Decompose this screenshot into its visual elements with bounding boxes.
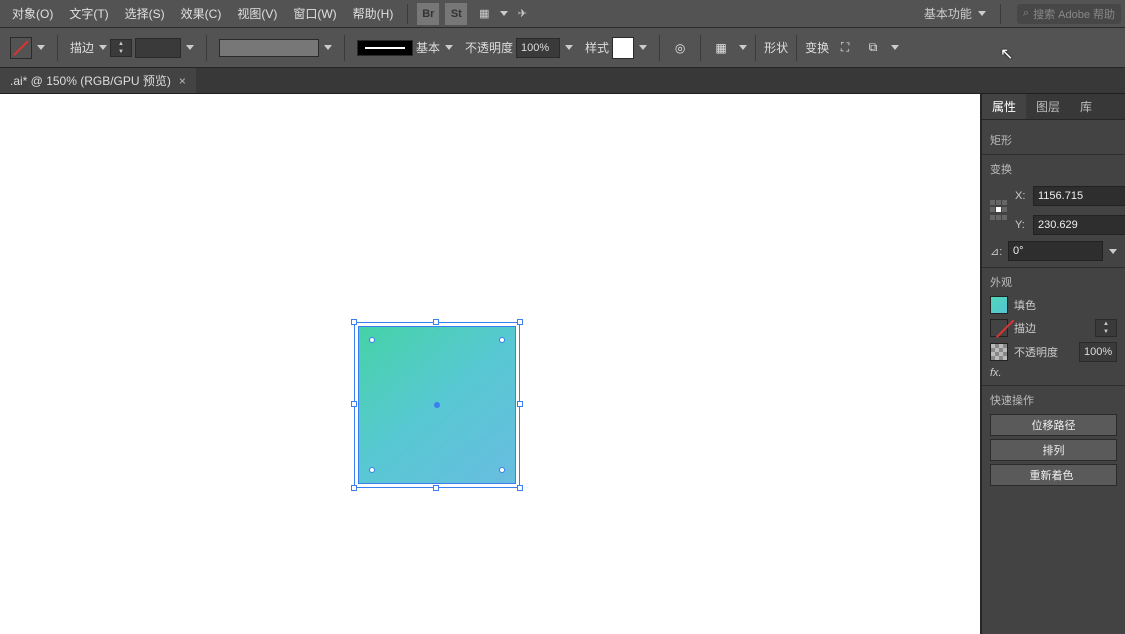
- align-icon[interactable]: ▦: [709, 36, 733, 60]
- chevron-down-icon: [978, 11, 986, 16]
- separator: [1000, 4, 1001, 24]
- corner-widget[interactable]: [369, 467, 375, 473]
- document-title: .ai* @ 150% (RGB/GPU 预览): [10, 72, 171, 89]
- fill-swatch[interactable]: [990, 296, 1008, 314]
- opacity-swatch[interactable]: [990, 343, 1008, 361]
- fx-label[interactable]: fx.: [990, 367, 1002, 379]
- separator: [755, 35, 756, 61]
- separator: [344, 35, 345, 61]
- y-label: Y:: [1015, 219, 1029, 231]
- arrange-button[interactable]: 排列: [990, 439, 1117, 461]
- object-type-label: 矩形: [990, 132, 1117, 148]
- fill-swatch[interactable]: [10, 37, 32, 59]
- offset-path-button[interactable]: 位移路径: [990, 414, 1117, 436]
- separator: [57, 35, 58, 61]
- document-tab[interactable]: .ai* @ 150% (RGB/GPU 预览) ×: [0, 68, 196, 93]
- isolate-icon[interactable]: ⧉: [861, 36, 885, 60]
- transform-header: 变换: [990, 161, 1117, 177]
- separator: [796, 35, 797, 61]
- appearance-header: 外观: [990, 274, 1117, 290]
- reference-point[interactable]: [990, 200, 1007, 222]
- corner-widget[interactable]: [499, 467, 505, 473]
- tab-layers[interactable]: 图层: [1026, 94, 1070, 119]
- chevron-down-icon[interactable]: [186, 45, 194, 50]
- search-box[interactable]: ⌕ 搜索 Adobe 帮助: [1017, 4, 1121, 24]
- workspace-switcher[interactable]: 基本功能: [916, 5, 994, 22]
- chevron-down-icon[interactable]: [500, 11, 508, 16]
- chevron-down-icon[interactable]: [739, 45, 747, 50]
- selected-rectangle[interactable]: [358, 326, 516, 484]
- stroke-weight-field[interactable]: [135, 38, 181, 58]
- separator: [407, 4, 408, 24]
- opacity-label: 不透明度: [465, 39, 513, 56]
- workspace-label: 基本功能: [924, 5, 972, 22]
- angle-field[interactable]: [1008, 241, 1103, 261]
- fill-label: 填色: [1014, 297, 1036, 313]
- recolor-button[interactable]: 重新着色: [990, 464, 1117, 486]
- menu-object[interactable]: 对象(O): [4, 0, 61, 27]
- search-placeholder: 搜索 Adobe 帮助: [1033, 6, 1115, 22]
- menu-effect[interactable]: 效果(C): [173, 0, 230, 27]
- stock-icon[interactable]: St: [445, 3, 467, 25]
- chevron-down-icon[interactable]: [565, 45, 573, 50]
- corner-widget[interactable]: [369, 337, 375, 343]
- x-field[interactable]: [1033, 186, 1125, 206]
- menu-help[interactable]: 帮助(H): [345, 0, 402, 27]
- chevron-down-icon[interactable]: [639, 45, 647, 50]
- stroke-swatch[interactable]: [990, 319, 1008, 337]
- style-label: 样式: [585, 39, 609, 56]
- tab-properties[interactable]: 属性: [982, 94, 1026, 119]
- separator: [659, 35, 660, 61]
- chevron-down-icon[interactable]: [891, 45, 899, 50]
- opacity-label: 不透明度: [1014, 344, 1058, 360]
- chevron-down-icon[interactable]: [324, 45, 332, 50]
- stroke-weight-stepper[interactable]: ▲▼: [110, 39, 132, 57]
- transform-label: 变换: [805, 39, 829, 56]
- gpu-icon[interactable]: ✈: [511, 3, 533, 25]
- search-icon: ⌕: [1023, 7, 1029, 20]
- arrange-docs-icon[interactable]: ▦: [473, 3, 495, 25]
- stroke-weight-stepper[interactable]: ▲▼: [1095, 319, 1117, 337]
- opacity-field[interactable]: [516, 38, 560, 58]
- stroke-label: 描边: [70, 39, 94, 56]
- graphic-style-swatch[interactable]: [612, 37, 634, 59]
- brush-profile-preview[interactable]: [219, 39, 319, 57]
- menu-window[interactable]: 窗口(W): [285, 0, 344, 27]
- y-field[interactable]: [1033, 215, 1125, 235]
- x-label: X:: [1015, 190, 1029, 202]
- menu-type[interactable]: 文字(T): [61, 0, 116, 27]
- stroke-label: 描边: [1014, 320, 1036, 336]
- center-point[interactable]: [434, 402, 440, 408]
- chevron-down-icon[interactable]: [445, 45, 453, 50]
- angle-label: ⊿:: [990, 245, 1004, 258]
- chevron-down-icon[interactable]: [37, 45, 45, 50]
- transform-icon[interactable]: ⛶: [833, 36, 857, 60]
- profile-label: 基本: [416, 39, 440, 56]
- chevron-down-icon[interactable]: [1109, 249, 1117, 254]
- quick-actions-header: 快速操作: [990, 392, 1117, 408]
- separator: [700, 35, 701, 61]
- tab-library[interactable]: 库: [1070, 94, 1102, 119]
- stroke-profile-preview[interactable]: [357, 40, 413, 56]
- recolor-icon[interactable]: ◎: [668, 36, 692, 60]
- bridge-icon[interactable]: Br: [417, 3, 439, 25]
- chevron-down-icon[interactable]: [99, 45, 107, 50]
- menu-select[interactable]: 选择(S): [117, 0, 173, 27]
- separator: [206, 35, 207, 61]
- canvas[interactable]: [0, 94, 981, 634]
- menu-view[interactable]: 视图(V): [229, 0, 285, 27]
- close-icon[interactable]: ×: [179, 74, 186, 88]
- opacity-field[interactable]: [1079, 342, 1117, 362]
- corner-widget[interactable]: [499, 337, 505, 343]
- shape-label: 形状: [764, 39, 788, 56]
